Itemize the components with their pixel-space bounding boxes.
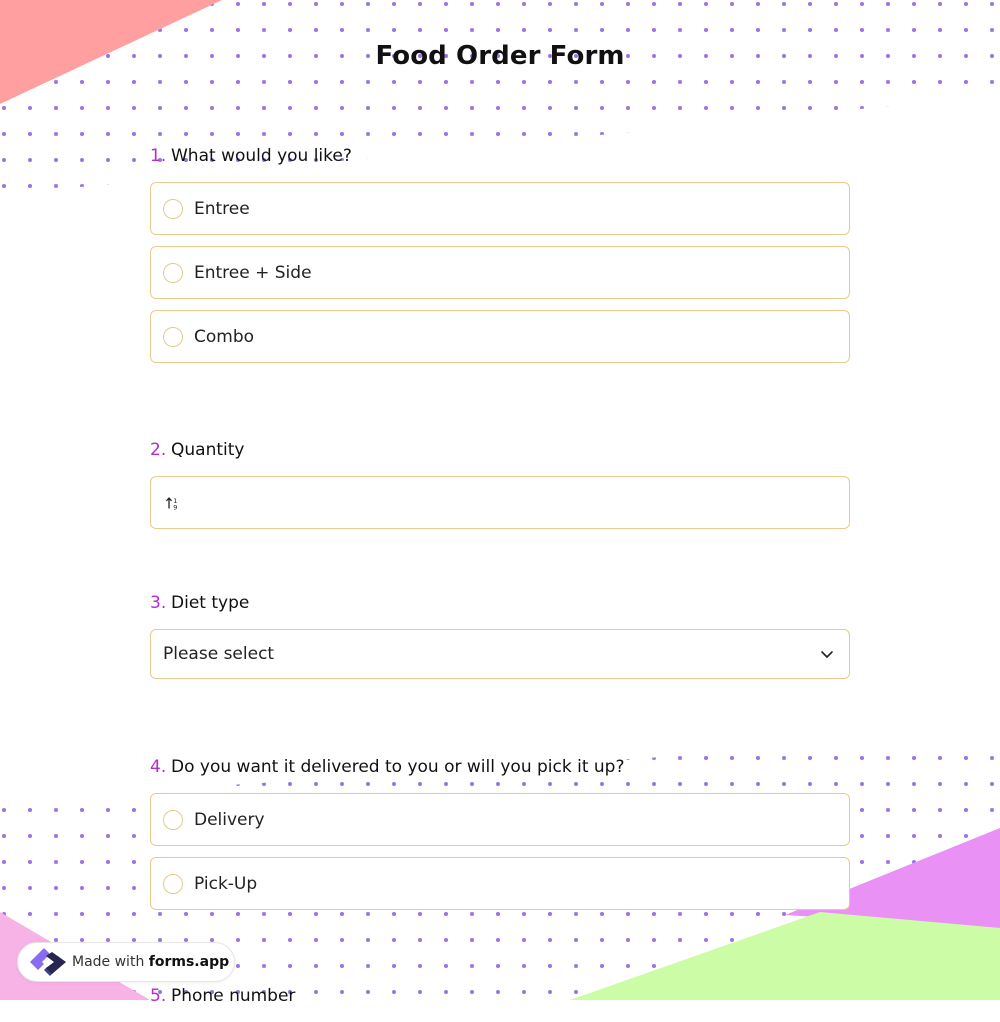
question-label: 3. Diet type [150, 593, 850, 615]
radio-button[interactable] [163, 262, 183, 283]
option-label: Delivery [194, 809, 265, 830]
select-value: Please select [163, 644, 275, 664]
question-number: 4. [150, 757, 167, 777]
question-number: 5. [150, 986, 167, 1006]
made-with-badge[interactable]: Made with forms.app [17, 942, 235, 982]
option-entree-side[interactable]: Entree + Side [150, 246, 850, 299]
question-text: Quantity [171, 440, 245, 460]
question-quantity: 2. Quantity 1 9 [150, 440, 850, 529]
question-label: 5. Phone number [150, 986, 850, 1008]
question-label: 1. What would you like? [150, 146, 850, 168]
svg-text:9: 9 [173, 503, 177, 511]
option-combo[interactable]: Combo [150, 310, 850, 363]
option-entree[interactable]: Entree [150, 182, 850, 235]
option-label: Entree + Side [194, 262, 312, 283]
quantity-field[interactable]: 1 9 [150, 476, 850, 529]
radio-button[interactable] [163, 873, 183, 894]
question-number: 3. [150, 593, 167, 613]
page-title: Food Order Form [375, 41, 625, 71]
badge-text: Made with forms.app [72, 954, 229, 970]
radio-button[interactable] [163, 326, 183, 347]
sort-numeric-icon: 1 9 [166, 497, 177, 511]
question-diet-type: 3. Diet type Please select [150, 593, 850, 679]
forms-app-logo-icon [30, 948, 66, 976]
question-text: What would you like? [171, 146, 352, 166]
badge-prefix: Made with [72, 954, 145, 970]
question-text: Diet type [171, 593, 250, 613]
diet-type-select[interactable]: Please select [150, 629, 850, 679]
radio-button[interactable] [163, 809, 183, 830]
question-number: 1. [150, 146, 167, 166]
chevron-down-icon [821, 651, 833, 658]
question-phone-number: 5. Phone number [150, 986, 850, 1022]
badge-brand: forms.app [148, 954, 230, 970]
question-label: 4. Do you want it delivered to you or wi… [150, 757, 850, 779]
option-label: Entree [194, 198, 250, 219]
quantity-input[interactable] [189, 481, 849, 524]
question-delivery-or-pickup: 4. Do you want it delivered to you or wi… [150, 757, 850, 921]
question-label: 2. Quantity [150, 440, 850, 462]
question-text: Do you want it delivered to you or will … [171, 757, 625, 777]
question-what-would-you-like: 1. What would you like? Entree Entree + … [150, 146, 850, 374]
question-text: Phone number [171, 986, 296, 1006]
option-delivery[interactable]: Delivery [150, 793, 850, 846]
option-label: Combo [194, 326, 255, 347]
option-pick-up[interactable]: Pick-Up [150, 857, 850, 910]
radio-button[interactable] [163, 198, 183, 219]
question-number: 2. [150, 440, 167, 460]
option-label: Pick-Up [194, 873, 258, 894]
